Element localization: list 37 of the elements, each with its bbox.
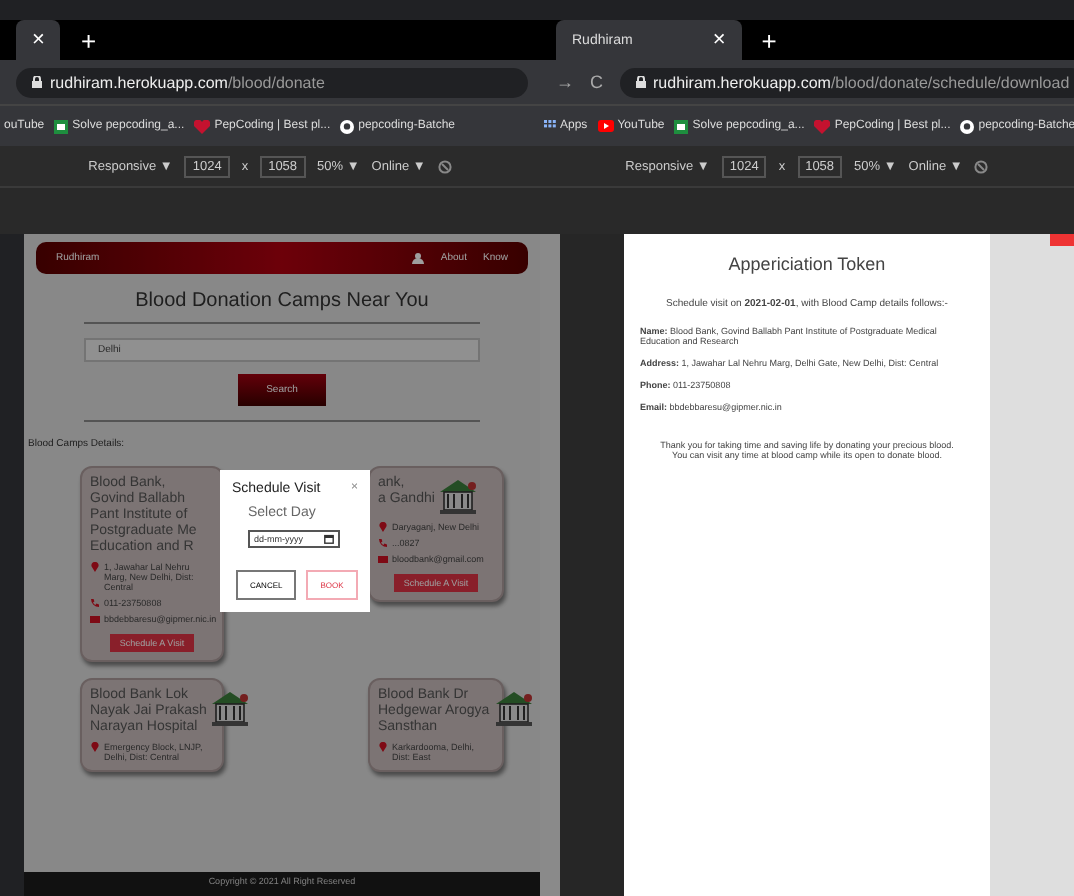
mail-icon <box>90 614 100 625</box>
heart-icon <box>814 119 831 133</box>
grid-icon <box>544 120 556 132</box>
browser-tab[interactable]: × <box>16 20 61 60</box>
url-text: rudhiram.herokuapp.com/blood/donate/schedule/download <box>653 73 1070 91</box>
address-bar[interactable]: rudhiram.herokuapp.com/blood/donate <box>16 67 528 97</box>
url-text: rudhiram.herokuapp.com/blood/donate <box>50 73 325 91</box>
bank-building-icon <box>493 688 534 729</box>
phone-icon <box>378 538 388 548</box>
new-tab-button[interactable]: + <box>80 25 97 55</box>
badge <box>1050 234 1074 246</box>
play-icon <box>597 120 614 132</box>
location-pin-icon <box>90 562 100 573</box>
sheet-icon <box>674 119 689 133</box>
github-icon <box>340 119 355 133</box>
document-title: Appericiation Token <box>728 254 886 274</box>
mail-icon <box>378 554 388 564</box>
user-icon[interactable] <box>412 252 425 264</box>
close-tab-button[interactable]: × <box>32 28 45 52</box>
bank-building-icon <box>210 688 251 729</box>
lock-icon <box>32 76 42 88</box>
github-icon <box>960 119 975 133</box>
phone-icon <box>90 598 100 609</box>
close-tab-button[interactable]: × <box>712 28 726 52</box>
bank-building-icon <box>438 476 479 516</box>
heart-icon <box>194 119 211 133</box>
calendar-icon[interactable] <box>324 534 334 544</box>
address-bar[interactable]: rudhiram.herokuapp.com/blood/donate/schedule/download <box>619 67 1074 97</box>
nav-button[interactable]: C <box>590 72 603 92</box>
page-heading: Blood Donation Camps Near You <box>84 290 480 324</box>
location-pin-icon <box>378 742 388 753</box>
sheet-icon <box>54 119 69 133</box>
nav-button[interactable]: → <box>556 72 574 92</box>
location-pin-icon <box>378 522 388 532</box>
new-tab-button[interactable]: + <box>761 25 777 55</box>
location-pin-icon <box>90 742 100 753</box>
lock-icon <box>635 76 645 88</box>
